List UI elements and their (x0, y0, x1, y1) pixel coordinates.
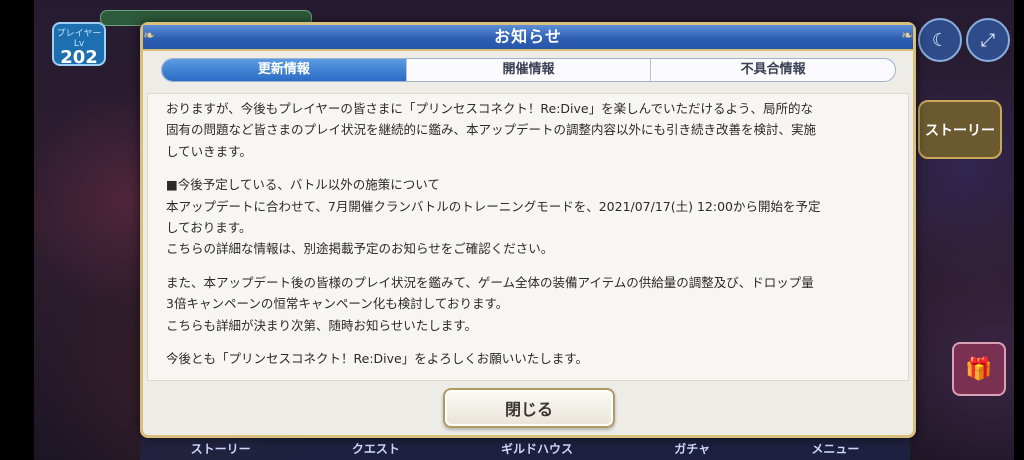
paragraph-closing: 今後とも「プリンセスコネクト！Re:Dive」をよろしくお願いいたします。 (166, 348, 894, 369)
paragraph-non-battle-measures: ■今後予定している、バトル以外の施策について 本アップデートに合わせて、7月開催… (166, 174, 894, 259)
story-shortcut-button[interactable]: ストーリー (918, 100, 1002, 159)
notice-tabs: 更新情報 開催情報 不具合情報 (161, 58, 896, 82)
ornament-right-icon: ❧ (901, 28, 913, 44)
text-line: しております。 (166, 219, 252, 235)
tab-events[interactable]: 開催情報 (407, 59, 652, 81)
player-level-value: 202 (60, 47, 98, 68)
expand-icon[interactable]: ⤢ (966, 18, 1010, 62)
nav-story[interactable]: ストーリー (191, 440, 251, 457)
text-line: こちらも詳細が決まり次第、随時お知らせいたします。 (166, 317, 478, 333)
text-line: 固有の問題など皆さまのプレイ状況を継続的に鑑み、本アップデートの調整内容以外にも… (166, 122, 817, 138)
close-button[interactable]: 閉じる (443, 388, 615, 428)
notice-content[interactable]: おりますが、今後もプレイヤーの皆さまに「プリンセスコネクト！Re:Dive」を楽… (147, 93, 909, 381)
screen-left-bezel (0, 0, 34, 460)
moon-icon[interactable]: ☾ (918, 18, 962, 62)
text-line: おりますが、今後もプレイヤーの皆さまに「プリンセスコネクト！Re:Dive」を楽… (166, 101, 813, 116)
section-heading: ■今後予定している、バトル以外の施策について (166, 177, 440, 193)
text-line: こちらの詳細な情報は、別途掲載予定のお知らせをご確認ください。 (166, 241, 554, 257)
screen-right-bezel (1014, 0, 1024, 460)
text-line: 本アップデートに合わせて、7月開催クランバトルのトレーニングモードを、2021/… (166, 198, 821, 214)
player-level-badge: プレイヤーLv 202 (52, 22, 106, 68)
text-line: していきます。 (166, 143, 252, 159)
dialog-header: ❧ お知らせ ❧ (143, 25, 913, 51)
text-line: また、本アップデート後の皆様のプレイ状況を鑑みて、ゲーム全体の装備アイテムの供給… (166, 275, 814, 291)
player-level-label: プレイヤーLv (56, 29, 102, 49)
text-line: 今後とも「プリンセスコネクト！Re:Dive」をよろしくお願いいたします。 (166, 351, 588, 367)
nav-menu[interactable]: メニュー (811, 440, 859, 457)
close-button-label: 閉じる (504, 400, 553, 419)
nav-quest[interactable]: クエスト (352, 440, 400, 457)
story-shortcut-label: ストーリー (925, 122, 995, 139)
bottom-navigation: ストーリー クエスト ギルドハウス ガチャ メニュー (140, 436, 910, 460)
paragraph-equipment: また、本アップデート後の皆様のプレイ状況を鑑みて、ゲーム全体の装備アイテムの供給… (166, 272, 894, 336)
notice-dialog: ❧ お知らせ ❧ 更新情報 開催情報 不具合情報 おりますが、今後もプレイヤーの… (140, 22, 916, 438)
notice-text: おりますが、今後もプレイヤーの皆さまに「プリンセスコネクト！Re:Dive」を楽… (166, 98, 894, 380)
dialog-title: お知らせ (494, 27, 562, 46)
nav-guildhouse[interactable]: ギルドハウス (501, 440, 573, 457)
tab-updates[interactable]: 更新情報 (162, 59, 407, 81)
paragraph-intro: おりますが、今後もプレイヤーの皆さまに「プリンセスコネクト！Re:Dive」を楽… (166, 98, 894, 162)
tab-known-issues[interactable]: 不具合情報 (651, 59, 895, 81)
gift-icon[interactable]: 🎁 (952, 342, 1006, 396)
text-line: 3倍キャンペーンの恒常キャンペーン化も検討しております。 (166, 296, 509, 312)
nav-gacha[interactable]: ガチャ (674, 440, 710, 457)
